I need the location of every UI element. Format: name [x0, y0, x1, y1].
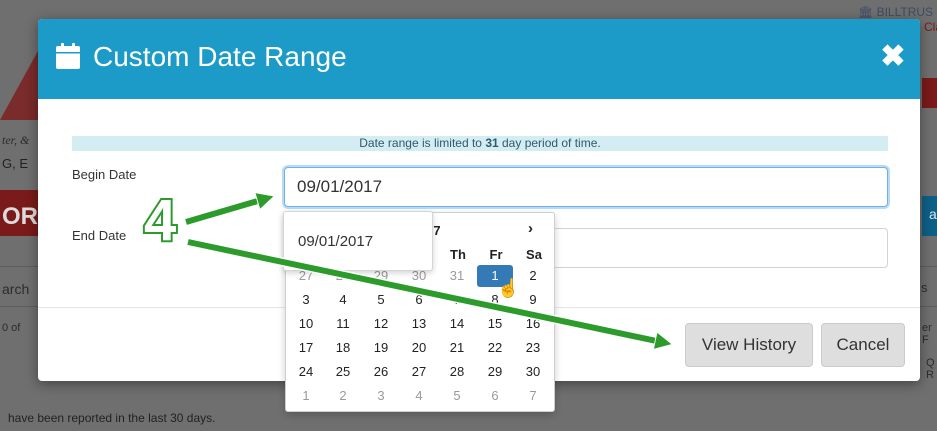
datepicker-day[interactable]: 22 — [477, 337, 513, 359]
modal-header: Custom Date Range ✖ — [38, 19, 920, 99]
hand-cursor-icon: ☝ — [497, 278, 520, 298]
datepicker-day[interactable]: 5 — [363, 289, 399, 311]
close-button[interactable]: ✖ — [878, 39, 908, 75]
datepicker-day[interactable]: 4 — [401, 385, 437, 407]
dow-friday: Fr — [489, 247, 503, 262]
datepicker-day[interactable]: 11 — [325, 313, 361, 335]
bg-brand-name: BILLTRUS — [876, 5, 934, 19]
notice-days: 31 — [485, 136, 499, 150]
datepicker-day[interactable]: 15 — [477, 313, 513, 335]
datepicker-day[interactable]: 28 — [439, 361, 475, 383]
bank-icon: 🏛 — [858, 5, 874, 19]
datepicker-day[interactable]: 12 — [363, 313, 399, 335]
datepicker-day[interactable]: 4 — [325, 289, 361, 311]
datepicker-day[interactable]: 14 — [439, 313, 475, 335]
bg-right-text: s — [921, 280, 928, 295]
datepicker-day[interactable]: 16 — [515, 313, 551, 335]
datepicker-day[interactable]: 13 — [401, 313, 437, 335]
step-number-badge: 4 — [142, 188, 178, 253]
dow-thursday: Th — [450, 247, 466, 262]
date-range-limit-notice: Date range is limited to 31 day period o… — [72, 136, 888, 151]
bg-banner-text: OR — [2, 203, 38, 230]
datepicker-next-month[interactable]: › — [528, 220, 533, 237]
datepicker-day[interactable]: 19 — [363, 337, 399, 359]
datepicker-day[interactable]: 7 — [439, 289, 475, 311]
cancel-button[interactable]: Cancel — [821, 323, 905, 367]
datepicker-day[interactable]: 29 — [477, 361, 513, 383]
view-history-button[interactable]: View History — [685, 323, 813, 367]
datepicker-day[interactable]: 2 — [325, 385, 361, 407]
begin-date-label: Begin Date — [72, 167, 137, 182]
bg-count-text: 0 of — [2, 322, 21, 334]
dow-saturday: Sa — [526, 247, 542, 262]
datepicker-day[interactable]: 18 — [325, 337, 361, 359]
end-date-label: End Date — [72, 228, 127, 243]
datepicker-day[interactable]: 31 — [439, 265, 475, 287]
bg-tagline: ter, & — [2, 133, 30, 147]
bg-abbreviation: G, E — [2, 156, 29, 171]
autocomplete-suggestion[interactable]: 09/01/2017 — [283, 211, 433, 271]
datepicker-day[interactable]: 23 — [515, 337, 551, 359]
datepicker-day[interactable]: 30 — [515, 361, 551, 383]
begin-date-input[interactable]: 09/01/2017 — [284, 167, 888, 207]
datepicker-day[interactable]: 7 — [515, 385, 551, 407]
notice-suffix: day period of time. — [498, 136, 601, 150]
notice-prefix: Date range is limited to — [359, 136, 486, 150]
datepicker-day[interactable]: 26 — [363, 361, 399, 383]
calendar-icon — [56, 43, 80, 69]
datepicker-day[interactable]: 3 — [288, 289, 324, 311]
datepicker-day[interactable]: 6 — [477, 385, 513, 407]
bg-red-tab — [922, 78, 937, 108]
datepicker-day[interactable]: 17 — [288, 337, 324, 359]
datepicker-day[interactable]: 24 — [288, 361, 324, 383]
datepicker-day[interactable]: 6 — [401, 289, 437, 311]
datepicker-day[interactable]: 3 — [363, 385, 399, 407]
bg-footer-note: have been reported in the last 30 days. — [8, 411, 216, 425]
bg-blue-tab-text: ate — [929, 206, 937, 222]
datepicker-day[interactable]: 20 — [401, 337, 437, 359]
bg-brand-sub: Cla — [924, 20, 937, 34]
modal-title: Custom Date Range — [93, 41, 347, 72]
datepicker-day[interactable]: 1 — [288, 385, 324, 407]
bg-brand: 🏛 BILLTRUS — [858, 5, 933, 19]
datepicker-day[interactable]: 5 — [439, 385, 475, 407]
datepicker-day[interactable]: 10 — [288, 313, 324, 335]
datepicker-day[interactable]: 21 — [439, 337, 475, 359]
datepicker-day[interactable]: 27 — [401, 361, 437, 383]
datepicker-day[interactable]: 25 — [325, 361, 361, 383]
bg-right-text: Q R — [926, 357, 935, 381]
bg-right-text: er F — [922, 322, 932, 346]
bg-search-label: arch — [2, 281, 30, 297]
datepicker-day[interactable]: 9 — [515, 289, 551, 311]
datepicker-day[interactable]: 2 — [515, 265, 551, 287]
